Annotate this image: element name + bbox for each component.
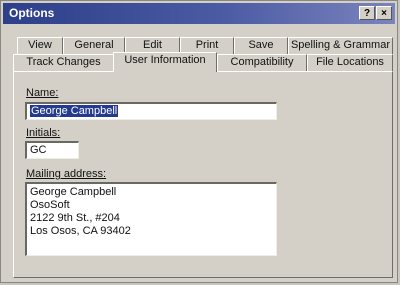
name-value: George Campbell [30,105,119,117]
window-title: Options [9,6,55,20]
name-label: Name: [26,87,59,99]
options-dialog: Options ? × View General Edit Print Save… [0,0,398,283]
title-bar[interactable]: Options ? × [3,3,395,24]
mailing-address-field[interactable]: George Campbell OsoSoft 2122 9th St., #2… [25,182,277,256]
tab-track-changes[interactable]: Track Changes [13,54,114,71]
address-line: OsoSoft [30,199,70,211]
address-line: Los Osos, CA 93402 [30,225,131,237]
address-line: George Campbell [30,186,117,198]
help-button[interactable]: ? [359,6,375,20]
tab-view[interactable]: View [17,37,63,54]
address-line: 2122 9th St., #204 [30,212,120,224]
initials-label: Initials: [26,127,61,139]
initials-value: GC [30,144,47,156]
tab-save[interactable]: Save [234,37,288,54]
tab-spelling-grammar[interactable]: Spelling & Grammar [288,37,393,54]
tab-compatibility[interactable]: Compatibility [217,54,307,71]
name-field[interactable]: George Campbell [25,102,277,120]
close-button[interactable]: × [376,6,392,20]
tab-user-information[interactable]: User Information [113,52,217,72]
mailing-address-label: Mailing address: [26,168,107,180]
close-icon: × [381,8,387,19]
tab-file-locations[interactable]: File Locations [307,54,393,71]
initials-field[interactable]: GC [25,141,79,159]
